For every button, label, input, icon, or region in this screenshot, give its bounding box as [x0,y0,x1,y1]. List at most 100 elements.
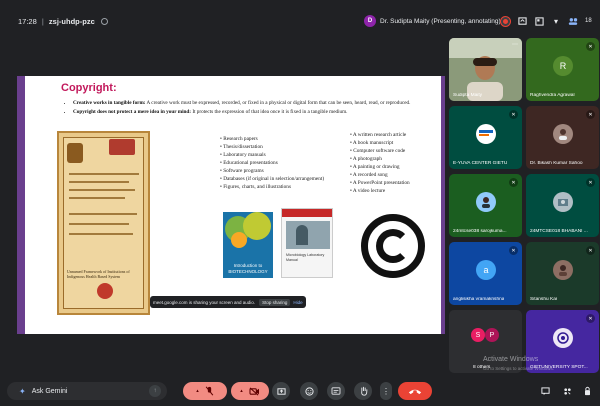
leave-call-button[interactable] [398,382,432,400]
microbiology-book-cover: Microbiology Laboratory Manual [281,208,333,278]
recording-icon[interactable] [500,16,510,26]
activities-icon[interactable] [560,384,574,398]
arrow-up-icon[interactable]: ↑ [149,385,161,397]
list-item: Thesis/dissertation [220,144,324,152]
list-item: A painting or drawing [350,164,410,172]
presenter-avatar: D [364,15,376,27]
list-item: A photograph [350,156,410,164]
list-item: A video lecture [350,188,410,196]
share-banner-text: meet.google.com is sharing your screen a… [153,299,256,305]
participant-tile[interactable]: ✕ a anglisikha vramakrishna [449,242,522,305]
stop-sharing-button[interactable]: Stop sharing [259,298,291,306]
more-options-icon[interactable]: ⋯ [512,41,518,48]
list-item: A recorded song [350,172,410,180]
participant-tile[interactable]: ✕ 24mtcse038 sarojkuma... [449,174,522,237]
mic-off-icon: ✕ [509,110,518,119]
biotech-book-cover: Introduction to BIOTECHNOLOGY [223,212,273,278]
more-vert-icon: ⋮ [382,386,390,396]
mic-off-icon: ✕ [586,314,595,323]
screen-share-banner: meet.google.com is sharing your screen a… [150,296,306,308]
participant-name: Raghvendra Agrawal [530,93,575,98]
chat-icon[interactable] [538,384,552,398]
meeting-time: 17:28 [18,17,37,26]
chevron-up-icon[interactable]: ▴ [240,388,243,394]
mic-off-icon: ✕ [509,246,518,255]
present-button[interactable] [272,382,290,400]
emoji-button[interactable] [300,382,318,400]
list-item: Software programs [220,168,324,176]
participant-tile[interactable]: ✕ GIETUNIVERSITY SPOT... [526,310,599,373]
mic-off-icon: ✕ [586,178,595,187]
certificate-text: Unnamed Framework of Institutions of Ind… [67,269,130,280]
avatar: a [476,260,496,280]
participant-name: 24mtcse038 sarojkuma... [453,229,507,234]
mic-off-icon: ✕ [509,178,518,187]
mic-off-icon: ✕ [586,246,595,255]
meeting-info: 17:28 | zsj-uhdp-pzc [18,17,108,26]
list-item: Educational presentations [220,160,324,168]
ask-gemini-button[interactable]: ✦ Ask Gemini ↑ [7,382,167,400]
certificate-seal [97,283,113,299]
gemini-icon: ✦ [19,386,26,396]
activate-windows-subtext: Go to Settings to activate Windows. [483,366,555,371]
people-icon[interactable] [568,16,578,26]
camera-off-icon [249,386,259,396]
avatar: S [471,328,485,342]
certificate-image: Unnamed Framework of Institutions of Ind… [57,131,150,315]
participant-name: Sudipta Maity [453,93,483,98]
presenter-chip[interactable]: D Dr. Sudipta Maity (Presenting, annotat… [364,13,501,29]
participant-tile[interactable]: ✕ R Raghvendra Agrawal [526,38,599,101]
top-icons: ▾ 18 ▾ [500,13,600,29]
slide-bullets: Creative works in tangible form: A creat… [73,100,433,117]
whiteboard-icon[interactable] [517,16,527,26]
more-options-button[interactable]: ⋮ [380,382,392,400]
list-item: A written research article [350,132,410,140]
avatar [553,124,573,144]
present-icon [276,387,286,395]
avatar [553,328,573,348]
layout-icon[interactable] [534,16,544,26]
camera-toggle-button[interactable]: ▴ [231,382,269,400]
presenter-label: Dr. Sudipta Maity (Presenting, annotatin… [380,17,501,25]
people-count: 18 [585,18,592,24]
chevron-down-icon[interactable]: ▾ [551,16,561,26]
ask-gemini-label: Ask Gemini [31,387,68,395]
others-tile[interactable]: S P 8 others [449,310,522,373]
raise-hand-button[interactable] [354,382,372,400]
participant-tile[interactable]: ✕ Dr. Bikash Kumar Sahoo [526,106,599,169]
captions-button[interactable] [327,382,345,400]
participant-tile[interactable]: ⋯ Sudipta Maity [449,38,522,101]
participant-name: Sitanshu Kar [530,297,558,302]
book-title: Microbiology Laboratory Manual [286,253,325,262]
participant-tile[interactable]: ✕ E-YUVA CENTER GIETU [449,106,522,169]
book-title: Introduction to BIOTECHNOLOGY [228,263,268,274]
captions-icon [331,387,341,395]
mic-off-icon [205,386,214,396]
avatar [553,192,573,212]
emoji-icon [304,386,314,396]
list-item: Computer software code [350,148,410,156]
mic-toggle-button[interactable]: ▴ [183,382,227,400]
avatar [476,192,496,212]
list-item: A PowerPoint presentation [350,180,410,188]
slide-bullet: Creative works in tangible form: A creat… [73,100,433,108]
participant-tile[interactable]: ✕ 24MTCSE018 BHABANI ... [526,174,599,237]
list-item: A book manuscript [350,140,410,148]
copyright-works-list: Research papers Thesis/dissertation Labo… [220,136,324,192]
list-item: Figures, charts, and illustrations [220,184,324,192]
chevron-up-icon[interactable]: ▴ [196,388,199,394]
hang-up-icon [408,389,422,394]
participant-name: anglisikha vramakrishna [453,297,505,302]
avatar [553,260,573,280]
participant-name: 24MTCSE018 BHABANI ... [530,229,588,234]
info-icon[interactable] [100,18,108,25]
meeting-separator: | [41,17,44,26]
hide-banner-button[interactable]: Hide [293,300,302,305]
bottom-bar: ✦ Ask Gemini ↑ ▴ ▴ ⋮ [0,374,600,406]
host-controls-icon[interactable] [580,384,594,398]
participant-tile[interactable]: ✕ Sitanshu Kar [526,242,599,305]
copyright-symbol-icon [361,214,425,278]
copyright-examples-list: A written research article A book manusc… [350,132,410,196]
list-item: Laboratory manuals [220,152,324,160]
list-item: Databases (if original in selection/arra… [220,176,324,184]
